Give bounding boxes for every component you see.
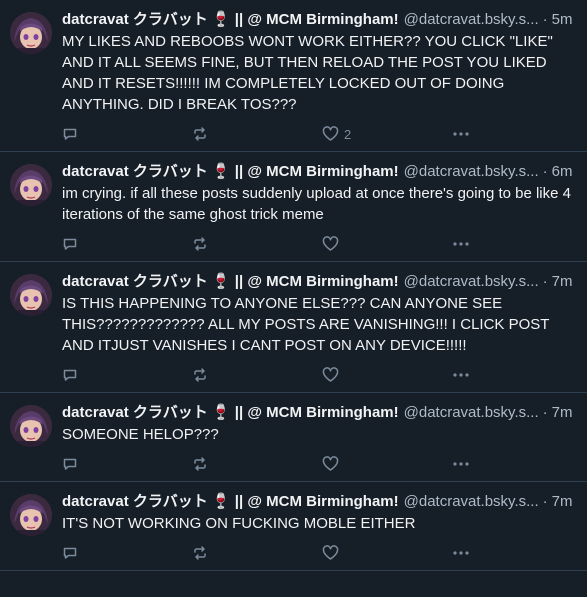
reply-button[interactable] — [62, 456, 192, 472]
separator-dot: · — [542, 11, 548, 28]
repost-arrows-icon — [192, 545, 208, 561]
like-count: 2 — [344, 126, 352, 142]
reply-bubble-icon — [62, 545, 78, 561]
author-handle[interactable]: @datcravat.bsky.s... — [404, 272, 539, 292]
post-header: datcravat クラバット 🍷 || @ MCM Birmingham! @… — [62, 403, 575, 423]
post-timestamp[interactable]: 7m — [552, 403, 573, 423]
more-dots-icon — [452, 241, 470, 247]
reply-button[interactable] — [62, 545, 192, 561]
post-actions — [62, 364, 575, 386]
separator-dot: · — [542, 163, 548, 180]
post-text: IT'S NOT WORKING ON FUCKING MOBLE EITHER — [62, 515, 416, 532]
like-button[interactable]: 2 — [322, 126, 452, 142]
repost-button[interactable] — [192, 126, 322, 142]
repost-button[interactable] — [192, 367, 322, 383]
post-header: datcravat クラバット 🍷 || @ MCM Birmingham! @… — [62, 272, 575, 292]
author-handle[interactable]: @datcravat.bsky.s... — [404, 403, 539, 423]
more-options-button[interactable] — [452, 461, 482, 467]
more-dots-icon — [452, 550, 470, 556]
more-dots-icon — [452, 461, 470, 467]
reply-button[interactable] — [62, 236, 192, 252]
post-header: datcravat クラバット 🍷 || @ MCM Birmingham! @… — [62, 492, 575, 512]
post-text: im crying. if all these posts suddenly u… — [62, 185, 571, 223]
separator-dot: · — [542, 404, 548, 421]
like-button[interactable] — [322, 456, 452, 472]
post-timestamp[interactable]: 7m — [552, 492, 573, 512]
more-options-button[interactable] — [452, 550, 482, 556]
author-name[interactable]: datcravat クラバット 🍷 || @ MCM Birmingham! — [62, 10, 399, 30]
wine-glass-emoji: 🍷 — [211, 11, 231, 28]
wine-glass-emoji: 🍷 — [211, 273, 231, 290]
post-header: datcravat クラバット 🍷 || @ MCM Birmingham! @… — [62, 10, 575, 30]
post-timestamp[interactable]: 7m — [552, 272, 573, 292]
repost-button[interactable] — [192, 545, 322, 561]
wine-glass-emoji: 🍷 — [211, 493, 231, 510]
post-timestamp[interactable]: 5m — [552, 10, 573, 30]
more-options-button[interactable] — [452, 131, 482, 137]
author-avatar[interactable] — [10, 274, 52, 316]
reply-button[interactable] — [62, 126, 192, 142]
post-item[interactable]: datcravat クラバット 🍷 || @ MCM Birmingham! @… — [0, 0, 587, 152]
repost-button[interactable] — [192, 236, 322, 252]
heart-icon — [322, 236, 339, 252]
author-handle[interactable]: @datcravat.bsky.s... — [404, 162, 539, 182]
post-item[interactable]: datcravat クラバット 🍷 || @ MCM Birmingham! @… — [0, 152, 587, 262]
more-dots-icon — [452, 131, 470, 137]
post-text: IS THIS HAPPENING TO ANYONE ELSE??? CAN … — [62, 295, 550, 354]
separator-dot: · — [542, 493, 548, 510]
more-options-button[interactable] — [452, 372, 482, 378]
more-options-button[interactable] — [452, 241, 482, 247]
post-header: datcravat クラバット 🍷 || @ MCM Birmingham! @… — [62, 162, 575, 182]
heart-icon — [322, 367, 339, 383]
reply-button[interactable] — [62, 367, 192, 383]
reply-bubble-icon — [62, 456, 78, 472]
wine-glass-emoji: 🍷 — [211, 404, 231, 421]
repost-arrows-icon — [192, 456, 208, 472]
author-handle[interactable]: @datcravat.bsky.s... — [404, 10, 539, 30]
reply-bubble-icon — [62, 126, 78, 142]
repost-arrows-icon — [192, 367, 208, 383]
heart-icon — [322, 456, 339, 472]
post-feed: datcravat クラバット 🍷 || @ MCM Birmingham! @… — [0, 0, 587, 571]
author-avatar[interactable] — [10, 164, 52, 206]
more-dots-icon — [452, 372, 470, 378]
reply-bubble-icon — [62, 367, 78, 383]
heart-icon — [322, 126, 339, 142]
post-text: MY LIKES AND REBOOBS WONT WORK EITHER?? … — [62, 33, 553, 113]
post-actions — [62, 542, 575, 564]
author-avatar[interactable] — [10, 405, 52, 447]
post-item[interactable]: datcravat クラバット 🍷 || @ MCM Birmingham! @… — [0, 393, 587, 482]
like-button[interactable] — [322, 236, 452, 252]
author-avatar[interactable] — [10, 494, 52, 536]
post-item[interactable]: datcravat クラバット 🍷 || @ MCM Birmingham! @… — [0, 262, 587, 393]
repost-arrows-icon — [192, 236, 208, 252]
wine-glass-emoji: 🍷 — [211, 163, 231, 180]
repost-button[interactable] — [192, 456, 322, 472]
heart-icon — [322, 545, 339, 561]
author-avatar[interactable] — [10, 12, 52, 54]
author-name[interactable]: datcravat クラバット 🍷 || @ MCM Birmingham! — [62, 272, 399, 292]
post-actions: 2 — [62, 123, 575, 145]
author-name[interactable]: datcravat クラバット 🍷 || @ MCM Birmingham! — [62, 492, 399, 512]
post-timestamp[interactable]: 6m — [552, 162, 573, 182]
author-handle[interactable]: @datcravat.bsky.s... — [404, 492, 539, 512]
like-button[interactable] — [322, 367, 452, 383]
post-actions — [62, 233, 575, 255]
post-item[interactable]: datcravat クラバット 🍷 || @ MCM Birmingham! @… — [0, 482, 587, 571]
repost-arrows-icon — [192, 126, 208, 142]
post-text: SOMEONE HELOP??? — [62, 426, 219, 443]
separator-dot: · — [542, 273, 548, 290]
reply-bubble-icon — [62, 236, 78, 252]
author-name[interactable]: datcravat クラバット 🍷 || @ MCM Birmingham! — [62, 403, 399, 423]
author-name[interactable]: datcravat クラバット 🍷 || @ MCM Birmingham! — [62, 162, 399, 182]
like-button[interactable] — [322, 545, 452, 561]
post-actions — [62, 453, 575, 475]
